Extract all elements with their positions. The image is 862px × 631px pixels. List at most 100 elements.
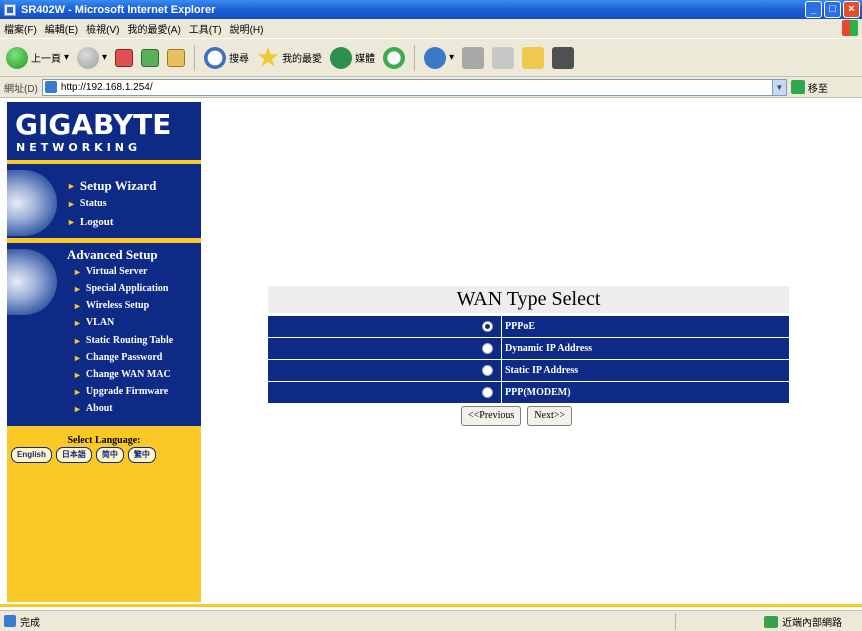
- nav-setup-wizard[interactable]: ► Setup Wizard: [67, 178, 156, 194]
- toolbar-divider: [194, 44, 196, 71]
- nav-about[interactable]: ► About: [73, 403, 113, 414]
- nav-static-routing-table[interactable]: ► Static Routing Table: [73, 335, 173, 346]
- nav-change-password[interactable]: ► Change Password: [73, 352, 162, 363]
- nav-about-label: About: [85, 403, 113, 414]
- nav-upgrade-firmware[interactable]: ► Upgrade Firmware: [73, 386, 168, 397]
- arrow-right-icon: ►: [73, 386, 82, 397]
- address-url[interactable]: http://192.168.1.254/: [61, 82, 153, 93]
- security-zone[interactable]: 近端內部網路: [764, 614, 842, 629]
- nav-static-routing-table-label: Static Routing Table: [85, 335, 174, 346]
- nav-status[interactable]: ► Status: [67, 198, 107, 209]
- arrow-right-icon: ►: [67, 217, 76, 227]
- refresh-button[interactable]: [139, 43, 161, 73]
- arrow-right-icon: ►: [73, 335, 82, 346]
- maximize-button[interactable]: □: [824, 1, 841, 18]
- nav-logout[interactable]: ► Logout: [67, 216, 114, 228]
- arrow-right-icon: ►: [73, 352, 82, 363]
- lang-english-button[interactable]: English: [11, 447, 52, 463]
- menu-favorites[interactable]: 我的最愛(A): [127, 21, 180, 36]
- status-bar: 完成 近端內部網路: [0, 610, 862, 631]
- mail-icon: [424, 46, 447, 69]
- nav-special-application[interactable]: ► Special Application: [73, 283, 168, 294]
- wan-option-label: Static IP Address: [505, 365, 579, 376]
- radio-ppp-modem[interactable]: [482, 387, 493, 398]
- stop-button[interactable]: [113, 43, 135, 73]
- advanced-setup-title: Advanced Setup: [67, 247, 158, 262]
- nav-change-wan-mac[interactable]: ► Change WAN MAC: [73, 369, 171, 380]
- sidebar: GIGABYTE NETWORKING ► Setup Wizard ► Sta…: [7, 102, 201, 602]
- menu-view[interactable]: 檢視(V): [86, 21, 119, 36]
- nav-setup-wizard-label: Setup Wizard: [79, 178, 157, 193]
- nav-vlan[interactable]: ► VLAN: [73, 317, 114, 328]
- radio-dynamic-ip[interactable]: [482, 343, 493, 354]
- nav-wireless-setup[interactable]: ► Wireless Setup: [73, 300, 149, 311]
- media-label: 媒體: [355, 54, 376, 65]
- edit-button[interactable]: [490, 43, 516, 73]
- lang-japanese-button[interactable]: 日本語: [55, 447, 92, 463]
- window-titlebar[interactable]: SR402W - Microsoft Internet Explorer _ □…: [0, 0, 862, 19]
- nav-special-application-label: Special Application: [85, 283, 169, 294]
- radio-cell: [268, 382, 502, 403]
- history-button[interactable]: [381, 43, 407, 73]
- radio-pppoe[interactable]: [482, 321, 493, 332]
- printer-icon: [462, 46, 485, 69]
- router-photo: [7, 249, 57, 315]
- history-icon: [383, 46, 406, 69]
- wan-option-pppoe[interactable]: PPPoE: [268, 316, 789, 337]
- forward-dropdown-icon[interactable]: ▾: [102, 52, 107, 63]
- star-icon: [257, 46, 279, 67]
- home-icon: [167, 48, 186, 67]
- lang-simplified-chinese-button[interactable]: 简中: [95, 447, 124, 463]
- arrow-right-icon: ►: [73, 369, 82, 380]
- nav-virtual-server[interactable]: ► Virtual Server: [73, 266, 147, 277]
- menu-tools[interactable]: 工具(T): [189, 21, 222, 36]
- back-dropdown-icon[interactable]: ▾: [64, 52, 69, 63]
- nav-upgrade-firmware-label: Upgrade Firmware: [85, 386, 169, 397]
- menu-help[interactable]: 說明(H): [230, 21, 264, 36]
- nav-wireless-setup-label: Wireless Setup: [85, 300, 150, 311]
- page-done-icon: [4, 615, 16, 627]
- primary-nav: ► Setup Wizard ► Status ► Logout: [7, 164, 201, 238]
- folder-icon: [522, 46, 545, 69]
- media-button[interactable]: 媒體: [328, 43, 377, 73]
- toolbar-divider: [414, 44, 416, 71]
- wan-option-static-ip[interactable]: Static IP Address: [268, 360, 789, 381]
- select-language-label: Select Language:: [67, 435, 141, 446]
- stop-icon: [115, 48, 134, 67]
- gigabyte-logo: GIGABYTE NETWORKING: [7, 102, 201, 160]
- home-button[interactable]: [165, 43, 187, 73]
- favorites-button[interactable]: 我的最愛: [255, 43, 324, 73]
- forward-button[interactable]: ▾: [75, 43, 109, 73]
- go-button[interactable]: 移至: [790, 80, 828, 95]
- wan-option-dynamic-ip[interactable]: Dynamic IP Address: [268, 338, 789, 359]
- next-button[interactable]: Next>>: [527, 406, 572, 426]
- status-text: 完成: [20, 617, 40, 629]
- mail-button[interactable]: ▾: [422, 43, 456, 73]
- print-button[interactable]: [460, 43, 486, 73]
- address-dropdown-icon[interactable]: ▼: [771, 79, 786, 95]
- arrow-right-icon: ►: [73, 300, 82, 311]
- previous-button[interactable]: <<Previous: [461, 406, 522, 426]
- radio-static-ip[interactable]: [482, 365, 493, 376]
- favorites-label: 我的最愛: [282, 54, 323, 65]
- address-input[interactable]: http://192.168.1.254/ ▼: [41, 78, 787, 96]
- logo-sub-text: NETWORKING: [16, 141, 142, 154]
- menu-edit[interactable]: 編輯(E): [45, 21, 78, 36]
- back-arrow-icon: [6, 46, 28, 69]
- lang-traditional-chinese-button[interactable]: 繁中: [127, 447, 156, 463]
- wan-option-label: Dynamic IP Address: [505, 343, 593, 354]
- nav-logout-label: Logout: [79, 216, 114, 228]
- back-label: 上一頁: [31, 54, 61, 65]
- search-button[interactable]: 搜尋: [202, 43, 251, 73]
- minimize-button[interactable]: _: [805, 1, 822, 18]
- mail-dropdown-icon[interactable]: ▾: [449, 52, 454, 63]
- back-button[interactable]: 上一頁 ▾: [4, 43, 71, 73]
- folder-button[interactable]: [520, 43, 546, 73]
- close-button[interactable]: ×: [843, 1, 860, 18]
- advanced-nav: Advanced Setup ► Virtual Server ► Specia…: [7, 243, 201, 426]
- menu-file[interactable]: 檔案(F): [4, 21, 37, 36]
- messenger-button[interactable]: [550, 43, 576, 73]
- address-label: 網址(D): [4, 83, 38, 95]
- wan-option-ppp-modem[interactable]: PPP(MODEM): [268, 382, 789, 403]
- arrow-right-icon: ►: [67, 198, 76, 209]
